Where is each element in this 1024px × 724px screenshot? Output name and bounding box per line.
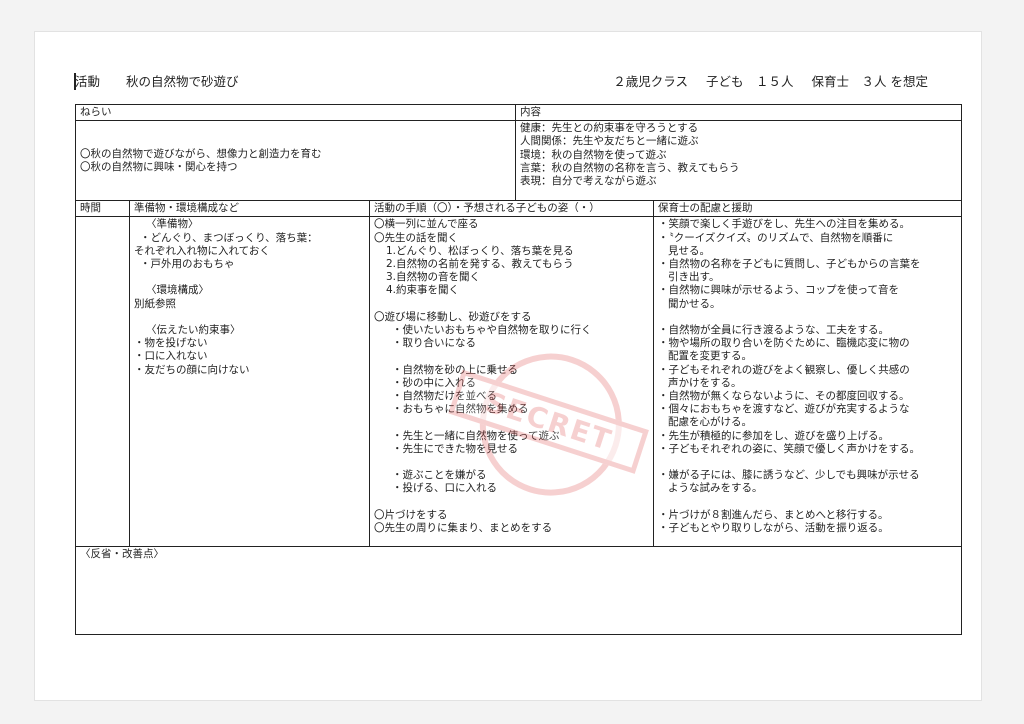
prep-line: それぞれ入れ物に入れておく <box>134 244 270 257</box>
support-line: ・子どもそれぞれの姿に、笑顔で優しく声かけをする。 <box>658 442 920 455</box>
procedure-line: 4.約束事を聞く <box>386 284 460 297</box>
support-line: ・〝クーイズクイズ〟のリズムで、自然物を順番に <box>658 231 894 244</box>
support-line: 配置を変更する。 <box>668 350 752 363</box>
prep-line: 〈環境構成〉 <box>146 284 209 297</box>
procedure-line: ・取り合いになる <box>392 337 476 350</box>
content-item: 表現：自分で考えながら遊ぶ <box>520 175 657 188</box>
support-line: 引き出す。 <box>668 271 720 284</box>
staff-info: 保育士 ３人 を想定 <box>811 74 928 89</box>
support-line: ・自然物が全員に行き渡るような、工夫をする。 <box>658 324 889 337</box>
support-line: ・自然物に興味が示せるよう、コップを使って音を <box>658 284 899 297</box>
procedure-line: 〇先生の周りに集まり、まとめをする <box>374 522 553 534</box>
prep-header: 準備物・環境構成など <box>129 200 370 218</box>
procedure-line: ・砂の中に入れる <box>392 376 476 389</box>
procedure-line: ・先生にできた物を見せる <box>392 442 518 455</box>
procedure-line: ・自然物だけを並べる <box>392 390 497 403</box>
support-line: ・子どもとやり取りしながら、活動を振り返る。 <box>658 522 889 535</box>
procedure-line: 2.自然物の名前を発する、教えてもらう <box>386 258 574 271</box>
reflection-cell: 〈反省・改善点〉 <box>75 546 962 636</box>
aim-item: 〇秋の自然物で遊びながら、想像力と創造力を育む <box>80 147 322 160</box>
procedure-line: 〇横一列に並んで座る <box>374 218 479 231</box>
procedure-line: 〇遊び場に移動し、砂遊びをする <box>374 310 532 323</box>
procedure-line: ・自然物を砂の上に乗せる <box>392 363 518 376</box>
support-line: ・先生が積極的に参加をし、遊びを盛り上げる。 <box>658 429 889 442</box>
procedure-line: 1.どんぐり、松ぼっくり、落ち葉を見る <box>386 244 574 257</box>
content-cell: 健康：先生との約束事を守ろうとする 人間関係：先生や友だちと一緒に遊ぶ 環境：秋… <box>515 120 962 202</box>
time-cell <box>75 216 130 548</box>
support-line: 声かけをする。 <box>668 376 742 389</box>
support-line: ・片づけが８割進んだら、まとめへと移行する。 <box>658 508 889 521</box>
content-item: 健康：先生との約束事を守ろうとする <box>520 122 699 135</box>
activity-title: 秋の自然物で砂遊び <box>126 74 239 89</box>
procedure-line: ・投げる、口に入れる <box>392 482 497 495</box>
support-line: ・嫌がる子には、膝に誘うなど、少しでも興味が示せる <box>658 469 920 482</box>
procedure-cell: 〇横一列に並んで座る 〇先生の話を聞く 1.どんぐり、松ぼっくり、落ち葉を見る … <box>369 216 654 548</box>
support-header: 保育士の配慮と援助 <box>653 200 962 218</box>
content-item: 環境：秋の自然物を使って遊ぶ <box>520 148 667 161</box>
time-header: 時間 <box>75 200 130 218</box>
procedure-line: 〇片づけをする <box>374 508 448 521</box>
support-line: ・自然物の名称を子どもに質問し、子どもからの言葉を <box>658 258 921 271</box>
class-info: ２歳児クラス <box>613 74 689 89</box>
prep-line: ・口に入れない <box>134 350 208 363</box>
aims-cell: 〇秋の自然物で遊びながら、想像力と創造力を育む 〇秋の自然物に興味・関心を持つ <box>75 120 516 202</box>
support-line: ・物や場所の取り合いを防ぐために、臨機応変に物の <box>658 337 910 350</box>
support-line: 聞かせる。 <box>668 297 721 310</box>
aims-header: ねらい <box>75 103 516 122</box>
procedure-header: 活動の手順（〇）・予想される子どもの姿（・） <box>369 200 654 218</box>
procedure-line: ・おもちゃに自然物を集める <box>392 403 529 416</box>
prep-cell: 〈準備物〉 ・どんぐり、まつぼっくり、落ち葉： それぞれ入れ物に入れておく ・戸… <box>129 216 370 548</box>
content-item: 人間関係：先生や友だちと一緒に遊ぶ <box>520 135 699 148</box>
prep-line: ・どんぐり、まつぼっくり、落ち葉： <box>140 231 318 244</box>
support-line: ・子どもそれぞれの遊びをよく観察し、優しく共感の <box>658 363 910 376</box>
support-line: ・笑顔で楽しく手遊びをし、先生への注目を集める。 <box>658 218 910 231</box>
support-line: ような試みをする。 <box>668 482 763 495</box>
support-line: ・自然物が無くならないように、その都度回収する。 <box>658 390 910 403</box>
content-header: 内容 <box>515 103 962 122</box>
prep-line: ・友だちの顔に向けない <box>134 363 250 376</box>
aim-item: 〇秋の自然物に興味・関心を持つ <box>80 160 238 173</box>
content-item: 言葉：秋の自然物の名称を言う、教えてもらう <box>520 161 740 174</box>
support-line: ・個々におもちゃを渡すなど、遊びが充実するような <box>658 403 910 416</box>
procedure-line: ・遊ぶことを嫌がる <box>392 469 487 482</box>
prep-line: ・物を投げない <box>134 337 208 350</box>
support-cell: ・笑顔で楽しく手遊びをし、先生への注目を集める。 ・〝クーイズクイズ〟のリズムで… <box>653 216 962 548</box>
procedure-line: ・先生と一緒に自然物を使って遊ぶ <box>392 429 560 442</box>
procedure-line: 〇先生の話を聞く <box>374 231 458 244</box>
prep-line: 別紙参照 <box>134 297 176 310</box>
prep-line: ・戸外用のおもちゃ <box>140 258 235 271</box>
prep-line: 〈伝えたい約束事〉 <box>146 324 241 336</box>
prep-line: 〈準備物〉 <box>146 218 199 231</box>
support-line: 見せる。 <box>668 244 710 257</box>
procedure-line: ・使いたいおもちゃや自然物を取りに行く <box>392 324 592 337</box>
lesson-plan-table: ねらい 内容 〇秋の自然物で遊びながら、想像力と創造力を育む 〇秋の自然物に興味… <box>75 103 962 636</box>
reflection-label: 〈反省・改善点〉 <box>80 548 164 561</box>
activity-label: 活動 <box>75 74 101 89</box>
procedure-line: 3.自然物の音を聞く <box>386 271 481 284</box>
children-info: 子ども １５人 <box>706 74 794 89</box>
plan-header: 活動 秋の自然物で砂遊び ２歳児クラス 子ども １５人 保育士 ３人 を想定 <box>75 71 961 93</box>
support-line: 配慮を心がける。 <box>668 416 752 429</box>
